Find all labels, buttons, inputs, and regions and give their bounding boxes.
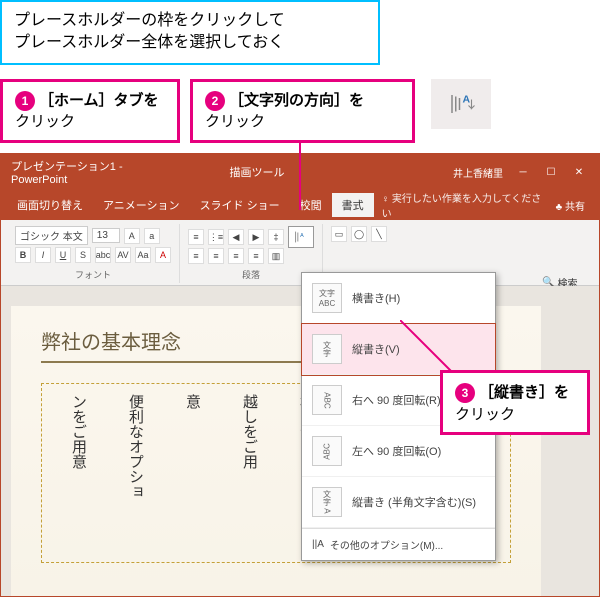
callout-1: 1［ホーム］タブを クリック	[0, 79, 180, 143]
dropdown-item-vertical-hankaku[interactable]: 文字 A 縦書き (半角文字含む)(S)	[302, 477, 495, 528]
ribbon-group-font: ゴシック 本文 13 A a B I U S abc AV Aa A フォント	[7, 224, 180, 283]
shape-line-button[interactable]: ╲	[371, 226, 387, 242]
dropdown-more-options[interactable]: ||A その他のオプション(M)...	[302, 528, 495, 560]
line-spacing-button[interactable]: ‡	[268, 229, 284, 245]
callout-1-text-a: ［ホーム］タブを	[39, 92, 159, 109]
vertical-hankaku-icon: 文字 A	[312, 487, 342, 517]
user-name: 井上香緒里	[339, 165, 503, 180]
callout-2-text-a: ［文字列の方向］を	[229, 92, 364, 109]
slide-title[interactable]: 弊社の基本理念	[41, 326, 301, 363]
rotate-left-icon: ABC	[312, 436, 342, 466]
dropdown-label: 縦書き(V)	[352, 341, 400, 357]
bold-button[interactable]: B	[15, 247, 31, 263]
indent-dec-button[interactable]: ◀	[228, 229, 244, 245]
window-controls: ─ ☐ ✕	[513, 165, 589, 179]
callout-3-text-b: クリック	[455, 406, 515, 423]
bullet-text: 意	[178, 394, 205, 552]
columns-button[interactable]: ▥	[268, 248, 284, 264]
decrease-font-button[interactable]: a	[144, 228, 160, 244]
underline-button[interactable]: U	[55, 247, 71, 263]
increase-font-button[interactable]: A	[124, 228, 140, 244]
titlebar: プレゼンテーション1 - PowerPoint 描画ツール 井上香緒里 ─ ☐ …	[1, 154, 599, 190]
callout-row: 1［ホーム］タブを クリック 2［文字列の方向］を クリック A	[0, 79, 600, 143]
instruction-box: プレースホルダーの枠をクリックして プレースホルダー全体を選択しておく	[0, 0, 380, 65]
callout-1-text-b: クリック	[15, 113, 75, 130]
font-color-button[interactable]: A	[155, 247, 171, 263]
bullets-button[interactable]: ≡	[188, 229, 204, 245]
text-direction-small-icon: ||A	[312, 539, 324, 550]
bullet-text: 越しをご用	[235, 394, 262, 552]
bullet-text: ンをご用意	[64, 394, 91, 552]
dropdown-item-vertical[interactable]: 文字 縦書き(V)	[302, 324, 495, 375]
case-button[interactable]: Aa	[135, 247, 151, 263]
strike-button[interactable]: S	[75, 247, 91, 263]
tool-title: 描画ツール	[175, 164, 339, 180]
ribbon-label-para: 段落	[188, 268, 314, 281]
tab-animation[interactable]: アニメーション	[93, 193, 190, 217]
tab-slideshow[interactable]: スライド ショー	[190, 193, 290, 217]
svg-text:A: A	[463, 93, 471, 105]
dropdown-item-horizontal[interactable]: 文字 ABC 横書き(H)	[302, 273, 495, 324]
tell-me-box[interactable]: ♀ 実行したい作業を入力してください	[374, 190, 548, 220]
dropdown-label: 縦書き (半角文字含む)(S)	[352, 494, 476, 510]
rotate-right-icon: ABC	[312, 385, 342, 415]
text-direction-icon-preview: A	[431, 79, 491, 129]
close-button[interactable]: ✕	[569, 165, 589, 179]
instruction-line2: プレースホルダー全体を選択しておく	[14, 32, 366, 54]
indent-inc-button[interactable]: ▶	[248, 229, 264, 245]
horizontal-icon: 文字 ABC	[312, 283, 342, 313]
dropdown-label: 右へ 90 度回転(R)	[352, 392, 441, 408]
svg-text:A: A	[300, 233, 304, 239]
font-name-select[interactable]: ゴシック 本文	[15, 226, 88, 245]
slide-canvas-area: 弊社の基本理念 社長からのメッ 設立のモットー したサービ 様に合った 越しをご…	[1, 286, 599, 596]
spacing-button[interactable]: AV	[115, 247, 131, 263]
callout-2: 2［文字列の方向］を クリック	[190, 79, 415, 143]
share-button[interactable]: ♣ 共有	[548, 196, 593, 215]
badge-3: 3	[455, 383, 475, 403]
numbering-button[interactable]: ⋮≡	[208, 229, 224, 245]
ribbon-label-font: フォント	[15, 268, 171, 281]
callout-3-text-a: ［縦書き］を	[479, 384, 569, 401]
vertical-icon: 文字	[312, 334, 342, 364]
badge-1: 1	[15, 91, 35, 111]
maximize-button[interactable]: ☐	[541, 165, 561, 179]
dropdown-label: 左へ 90 度回転(O)	[352, 443, 441, 459]
justify-button[interactable]: ≡	[248, 248, 264, 264]
window-title: プレゼンテーション1 - PowerPoint	[11, 158, 175, 186]
shape-circle-button[interactable]: ◯	[351, 226, 367, 242]
align-left-button[interactable]: ≡	[188, 248, 204, 264]
shadow-button[interactable]: abc	[95, 247, 111, 263]
text-direction-button[interactable]: A	[288, 226, 314, 248]
badge-2: 2	[205, 91, 225, 111]
instruction-line1: プレースホルダーの枠をクリックして	[14, 10, 366, 32]
callout-3: 3［縦書き］を クリック	[440, 370, 590, 435]
tab-format[interactable]: 書式	[332, 193, 374, 217]
dropdown-label: 横書き(H)	[352, 290, 400, 306]
tab-review[interactable]: 校閲	[290, 193, 332, 217]
minimize-button[interactable]: ─	[513, 165, 533, 179]
ribbon-tabs: 画面切り替え アニメーション スライド ショー 校閲 書式 ♀ 実行したい作業を…	[1, 190, 599, 220]
shape-rect-button[interactable]: ▭	[331, 226, 347, 242]
italic-button[interactable]: I	[35, 247, 51, 263]
align-center-button[interactable]: ≡	[208, 248, 224, 264]
font-size-select[interactable]: 13	[92, 228, 120, 243]
align-right-button[interactable]: ≡	[228, 248, 244, 264]
callout-2-text-b: クリック	[205, 113, 265, 130]
ribbon: ゴシック 本文 13 A a B I U S abc AV Aa A フォント …	[1, 220, 599, 286]
tab-transition[interactable]: 画面切り替え	[7, 193, 93, 217]
bullet-text: 便利なオプショ	[121, 394, 148, 552]
